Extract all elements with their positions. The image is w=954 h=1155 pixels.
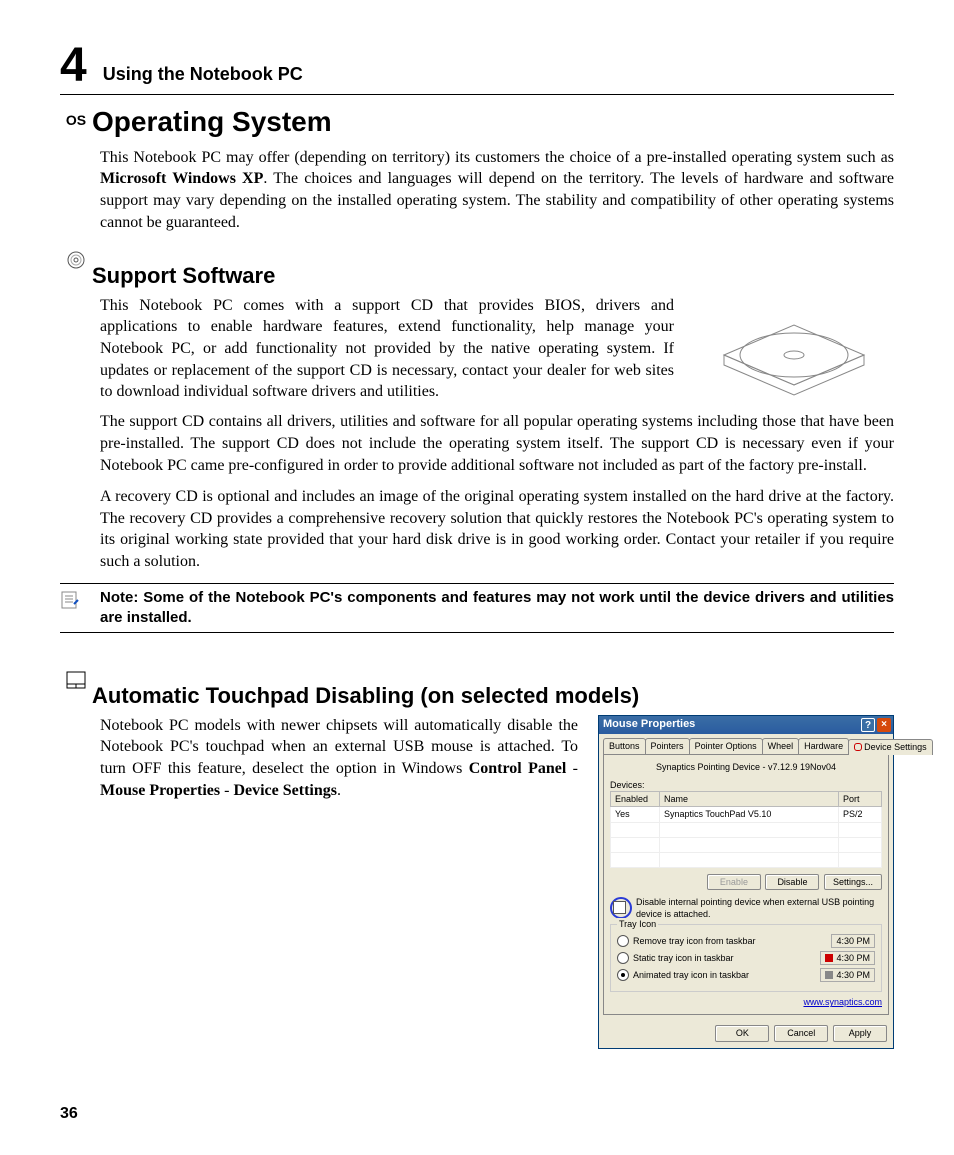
devices-table[interactable]: Enabled Name Port Yes Synaptics TouchPad…: [610, 791, 882, 867]
mouse-properties-window: Mouse Properties ? × Buttons Pointers Po…: [598, 715, 894, 1049]
disable-internal-checkbox[interactable]: [613, 901, 626, 914]
running-title: Using the Notebook PC: [103, 62, 303, 90]
devices-label: Devices:: [610, 779, 882, 791]
disable-button[interactable]: Disable: [765, 874, 819, 890]
help-button[interactable]: ?: [861, 718, 875, 732]
tab-hardware[interactable]: Hardware: [798, 738, 849, 754]
support-para1: This Notebook PC comes with a support CD…: [100, 295, 674, 412]
tab-strip: Buttons Pointers Pointer Options Wheel H…: [599, 734, 893, 754]
page-header: 4 Using the Notebook PC: [60, 42, 894, 95]
tab-pointer-options[interactable]: Pointer Options: [689, 738, 763, 754]
close-button[interactable]: ×: [877, 718, 891, 732]
radio-remove-tray-label: Remove tray icon from taskbar: [633, 935, 756, 947]
device-row[interactable]: Yes Synaptics TouchPad V5.10 PS/2: [611, 807, 882, 822]
tab-pointers[interactable]: Pointers: [645, 738, 690, 754]
note-icon: [60, 588, 92, 629]
support-para2: The support CD contains all drivers, uti…: [100, 411, 894, 476]
note-box: Note: Some of the Notebook PC's componen…: [60, 583, 894, 634]
cd-tray-illustration: [694, 295, 894, 412]
static-tray-icon: [825, 954, 833, 962]
window-titlebar[interactable]: Mouse Properties ? ×: [599, 716, 893, 734]
os-margin-label: OS: [60, 103, 92, 130]
radio-animated-tray[interactable]: [617, 969, 629, 981]
note-text: Note: Some of the Notebook PC's componen…: [100, 588, 894, 629]
tab-device-settings[interactable]: Device Settings: [848, 739, 933, 755]
apply-button[interactable]: Apply: [833, 1025, 887, 1041]
time-sample-2: 4:30 PM: [820, 951, 875, 965]
enable-button[interactable]: Enable: [707, 874, 761, 890]
settings-button[interactable]: Settings...: [824, 874, 882, 890]
animated-tray-icon: [825, 971, 833, 979]
driver-version-label: Synaptics Pointing Device - v7.12.9 19No…: [610, 761, 882, 773]
window-title: Mouse Properties: [603, 717, 695, 732]
ok-button[interactable]: OK: [715, 1025, 769, 1041]
col-name[interactable]: Name: [660, 792, 839, 807]
disc-icon: [60, 243, 92, 269]
col-port[interactable]: Port: [839, 792, 882, 807]
tab-buttons[interactable]: Buttons: [603, 738, 646, 754]
tab-wheel[interactable]: Wheel: [762, 738, 800, 754]
page-number: 36: [60, 1103, 78, 1125]
heading-operating-system: Operating System: [92, 103, 894, 141]
touchpad-paragraph: Notebook PC models with newer chipsets w…: [100, 715, 578, 1049]
heading-support-software: Support Software: [92, 261, 894, 291]
synaptics-link[interactable]: www.synaptics.com: [610, 996, 882, 1008]
cancel-button[interactable]: Cancel: [774, 1025, 828, 1041]
tray-icon-group-label: Tray Icon: [617, 918, 658, 930]
os-paragraph: This Notebook PC may offer (depending on…: [100, 147, 894, 233]
synaptics-tab-icon: [854, 743, 862, 751]
disable-internal-label: Disable internal pointing device when ex…: [636, 896, 882, 920]
chapter-number: 4: [60, 42, 87, 90]
time-sample-3: 4:30 PM: [820, 968, 875, 982]
radio-animated-tray-label: Animated tray icon in taskbar: [633, 969, 749, 981]
radio-static-tray[interactable]: [617, 952, 629, 964]
heading-touchpad-disabling: Automatic Touchpad Disabling (on selecte…: [92, 681, 894, 711]
radio-static-tray-label: Static tray icon in taskbar: [633, 952, 734, 964]
support-para3: A recovery CD is optional and includes a…: [100, 486, 894, 572]
time-sample-1: 4:30 PM: [831, 934, 875, 948]
highlight-circle: [610, 897, 632, 919]
col-enabled[interactable]: Enabled: [611, 792, 660, 807]
touchpad-icon: [60, 663, 92, 689]
radio-remove-tray[interactable]: [617, 935, 629, 947]
